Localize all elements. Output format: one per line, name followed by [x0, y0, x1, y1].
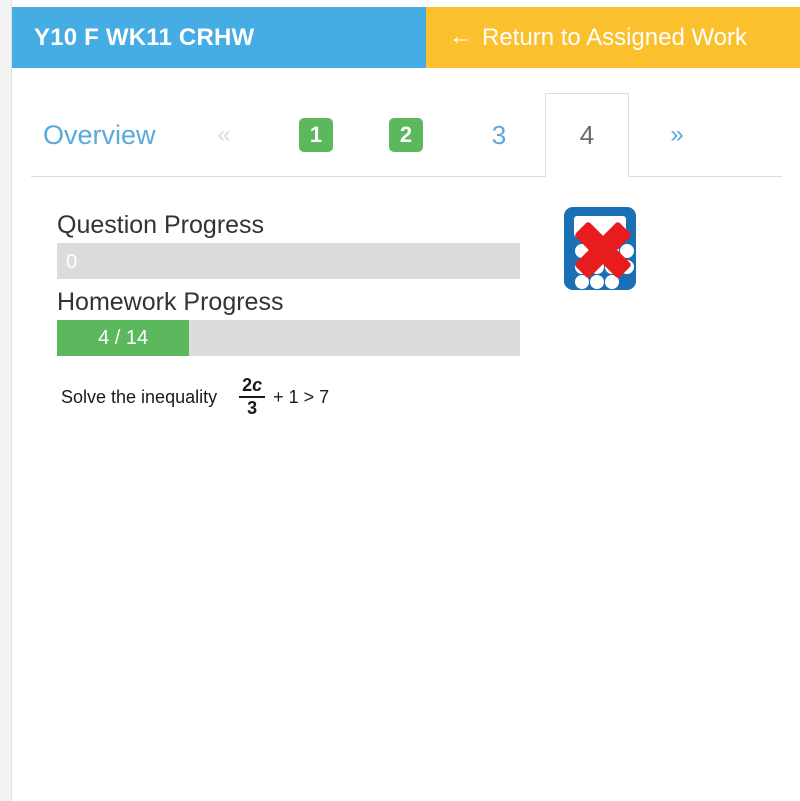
- question-progress-label: Question Progress: [57, 211, 265, 239]
- calculator-not-allowed-icon: [561, 203, 651, 298]
- tab-question-2[interactable]: 2: [374, 93, 438, 177]
- question-content-panel: Question Progress 0 Homework Progress 4 …: [12, 181, 800, 801]
- fraction-numerator: 2c: [239, 376, 265, 395]
- question-progress-bar: 0: [57, 243, 520, 279]
- fraction-2c-over-3: 2c 3: [239, 376, 266, 418]
- tab-question-3[interactable]: 3: [467, 93, 531, 177]
- homework-progress-label: Homework Progress: [57, 288, 284, 316]
- question-progress-value: 0: [66, 251, 78, 273]
- tab-overview[interactable]: Overview: [43, 93, 183, 177]
- top-bar: Y10 F WK11 CRHW ← Return to Assigned Wor…: [12, 7, 800, 68]
- tab-next-page-icon[interactable]: »: [651, 93, 703, 177]
- app-root: Y10 F WK11 CRHW ← Return to Assigned Wor…: [0, 0, 800, 801]
- homework-progress-fill: 4 / 14: [57, 320, 190, 356]
- tab-question-1-label: 1: [299, 118, 333, 152]
- homework-progress-value: 4 / 14: [98, 326, 149, 349]
- return-to-assigned-work-label: Return to Assigned Work: [482, 23, 748, 51]
- homework-progress-bar: 4 / 14: [57, 320, 520, 356]
- tab-question-1[interactable]: 1: [284, 93, 348, 177]
- question-statement: Solve the inequality 2c 3 + 1 > 7: [61, 376, 330, 419]
- back-arrow-icon: ←: [449, 22, 473, 50]
- tab-question-4-active[interactable]: 4: [545, 93, 629, 177]
- question-tab-strip: Overview « 1 2 3 4 »: [12, 93, 800, 181]
- return-to-assigned-work-button[interactable]: ← Return to Assigned Work: [426, 7, 800, 68]
- fraction-numerator-variable: c: [252, 375, 263, 395]
- tab-question-2-label: 2: [389, 118, 423, 152]
- question-prompt-text: Solve the inequality: [61, 387, 218, 408]
- question-expression-tail: + 1 > 7: [273, 387, 330, 408]
- page-viewport: Y10 F WK11 CRHW ← Return to Assigned Wor…: [11, 0, 800, 801]
- fraction-denominator: 3: [247, 397, 258, 418]
- assignment-title: Y10 F WK11 CRHW: [12, 7, 426, 68]
- fraction-numerator-coefficient: 2: [242, 375, 253, 395]
- tab-question-3-label: 3: [491, 119, 507, 150]
- tab-previous-page-icon[interactable]: «: [200, 93, 248, 177]
